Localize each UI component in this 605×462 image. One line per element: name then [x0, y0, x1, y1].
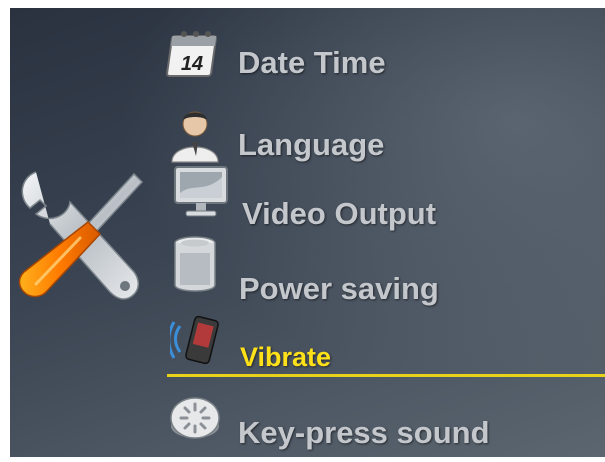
- calendar-day-number: 14: [181, 53, 203, 75]
- person-icon: [171, 111, 219, 163]
- menu-item-language[interactable]: Language: [160, 108, 605, 166]
- menu-item-label: Vibrate: [240, 342, 332, 372]
- selection-underline: [167, 374, 605, 377]
- menu-item-date-time[interactable]: 14 Date Time: [160, 31, 605, 90]
- menu-item-label: Language: [238, 127, 385, 162]
- calendar-icon: 14: [166, 31, 217, 77]
- menu-item-video-output[interactable]: Video Output: [160, 166, 605, 231]
- wrench-screwdriver-icon: [18, 171, 144, 300]
- settings-screen: 14 Date Time Language Video Output Power…: [10, 8, 605, 457]
- keypress-button-icon: [170, 397, 220, 439]
- menu-item-key-press-sound[interactable]: Key-press sound: [160, 388, 605, 450]
- menu-item-label: Power saving: [239, 271, 439, 306]
- menu-item-label: Video Output: [242, 196, 437, 231]
- menu-item-label: Date Time: [238, 45, 386, 80]
- menu-item-label: Key-press sound: [238, 415, 490, 450]
- battery-icon: [174, 236, 216, 292]
- monitor-icon: [174, 166, 228, 217]
- vibrating-phone-icon: [170, 315, 219, 365]
- menu-item-power-saving[interactable]: Power saving: [160, 236, 605, 306]
- menu-item-vibrate[interactable]: Vibrate: [160, 312, 605, 372]
